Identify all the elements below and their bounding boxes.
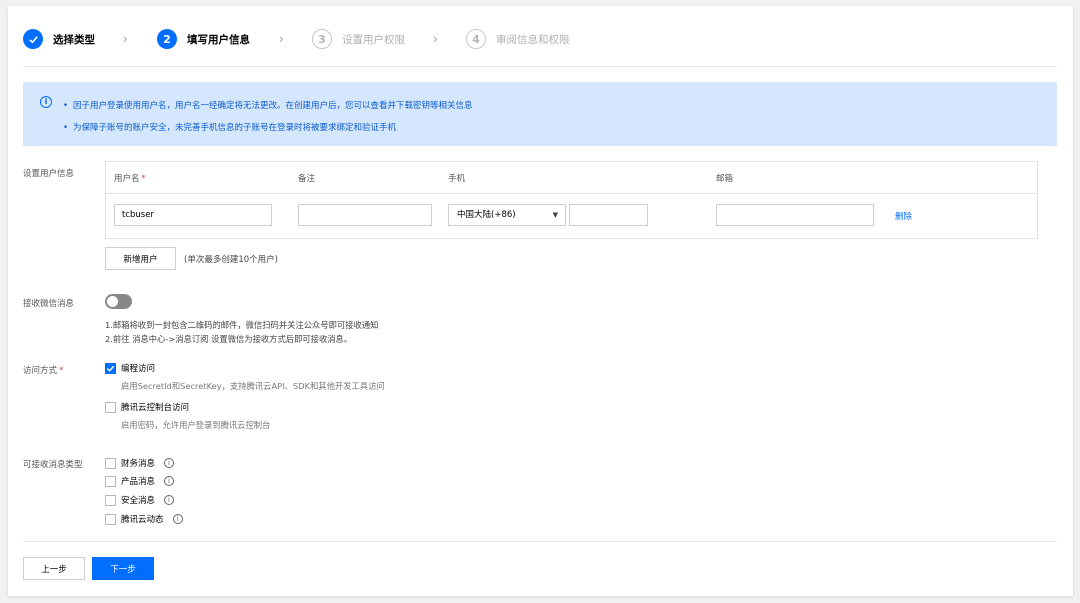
caret-down-icon: ▼ bbox=[552, 211, 558, 219]
divider bbox=[23, 541, 1057, 542]
message-option-finance[interactable]: 财务消息 i bbox=[105, 457, 175, 469]
step-number: 2 bbox=[157, 29, 177, 49]
column-remark: 备注 bbox=[298, 174, 316, 184]
chevron-right-icon: › bbox=[279, 32, 284, 46]
message-types-label: 可接收消息类型 bbox=[23, 460, 83, 470]
checkbox[interactable] bbox=[105, 457, 116, 469]
checkbox-label: 产品消息 bbox=[121, 477, 156, 487]
checkbox-label: 安全消息 bbox=[121, 496, 156, 506]
info-icon[interactable]: i bbox=[164, 495, 175, 505]
info-icon: i bbox=[40, 96, 52, 108]
check-icon bbox=[23, 29, 43, 49]
checkbox[interactable] bbox=[105, 513, 116, 525]
step-label: 选择类型 bbox=[53, 33, 95, 46]
banner-line: • 因子用户登录使用用户名，用户名一经确定将无法更改。在创建用户后，您可以查看并下… bbox=[63, 101, 473, 111]
checkbox[interactable] bbox=[105, 401, 116, 413]
delete-row-link[interactable]: 删除 bbox=[895, 210, 912, 222]
chevron-right-icon: › bbox=[123, 32, 128, 46]
phone-region-select[interactable]: 中国大陆(+86) ▼ bbox=[448, 204, 566, 226]
step-label: 审阅信息和权限 bbox=[496, 33, 570, 46]
column-phone: 手机 bbox=[448, 174, 466, 184]
phone-number-input[interactable] bbox=[569, 204, 648, 226]
checkbox-label: 财务消息 bbox=[121, 459, 156, 469]
checkbox[interactable] bbox=[105, 475, 116, 487]
wechat-label: 接收微信消息 bbox=[23, 299, 75, 309]
next-step-button[interactable]: 下一步 bbox=[92, 557, 154, 580]
info-icon[interactable]: i bbox=[164, 458, 175, 468]
info-icon[interactable]: i bbox=[164, 476, 175, 486]
access-option-programmatic[interactable]: 编程访问 bbox=[105, 362, 155, 374]
user-info-label: 设置用户信息 bbox=[23, 169, 75, 179]
wechat-note-1: 1.邮箱将收到一封包含二维码的邮件，微信扫码并关注公众号即可接收通知 bbox=[105, 320, 379, 330]
info-icon[interactable]: i bbox=[172, 514, 183, 524]
info-banner: i • 因子用户登录使用用户名，用户名一经确定将无法更改。在创建用户后，您可以查看… bbox=[23, 82, 1057, 146]
wechat-note-2: 2.前往 消息中心->消息订阅 设置微信为接收方式后即可接收消息。 bbox=[105, 334, 353, 344]
checkbox-label: 编程访问 bbox=[121, 364, 156, 374]
message-option-news[interactable]: 腾讯云动态 i bbox=[105, 513, 183, 525]
access-option-console[interactable]: 腾讯云控制台访问 bbox=[105, 401, 189, 413]
step-label: 填写用户信息 bbox=[187, 33, 250, 46]
message-option-security[interactable]: 安全消息 i bbox=[105, 494, 175, 506]
add-user-hint: (单次最多创建10个用户) bbox=[184, 255, 278, 265]
step-number: 3 bbox=[312, 29, 332, 49]
banner-line: • 为保障子账号的账户安全，未完善手机信息的子账号在登录时将被要求绑定和验证手机 bbox=[63, 123, 397, 133]
step-select-type: 选择类型 bbox=[23, 29, 95, 49]
divider bbox=[23, 66, 1057, 67]
step-label: 设置用户权限 bbox=[342, 33, 405, 46]
user-table: 用户名* 备注 手机 邮箱 中国大陆(+86) ▼ 删除 bbox=[105, 161, 1038, 239]
checkbox-label: 腾讯云控制台访问 bbox=[121, 403, 190, 413]
step-review: 4 审阅信息和权限 bbox=[466, 29, 570, 49]
checkbox[interactable] bbox=[105, 362, 116, 374]
create-user-card: 选择类型 › 2 填写用户信息 › 3 设置用户权限 › 4 审阅信息和权限 i… bbox=[8, 6, 1073, 596]
column-email: 邮箱 bbox=[716, 174, 734, 184]
step-set-permissions: 3 设置用户权限 bbox=[312, 29, 405, 49]
access-label: 访问方式 * bbox=[23, 366, 64, 376]
email-input[interactable] bbox=[716, 204, 874, 226]
table-header: 用户名 * 备注 手机 邮箱 bbox=[106, 162, 1037, 194]
access-option-desc: 启用SecretId和SecretKey，支持腾讯云API、SDK和其他开发工具… bbox=[121, 381, 385, 391]
username-input[interactable] bbox=[114, 204, 272, 226]
step-fill-user-info: 2 填写用户信息 bbox=[157, 29, 250, 49]
checkbox-label: 腾讯云动态 bbox=[121, 515, 164, 525]
wechat-toggle[interactable] bbox=[105, 294, 132, 309]
chevron-right-icon: › bbox=[433, 32, 438, 46]
message-option-product[interactable]: 产品消息 i bbox=[105, 475, 175, 487]
toggle-knob bbox=[107, 296, 118, 307]
column-username: 用户名 * bbox=[114, 174, 146, 184]
remark-input[interactable] bbox=[298, 204, 432, 226]
step-number: 4 bbox=[466, 29, 486, 49]
add-user-button[interactable]: 新增用户 bbox=[105, 247, 176, 270]
checkbox[interactable] bbox=[105, 494, 116, 506]
prev-step-button[interactable]: 上一步 bbox=[23, 557, 85, 580]
access-option-desc: 启用密码，允许用户登录到腾讯云控制台 bbox=[121, 420, 271, 430]
